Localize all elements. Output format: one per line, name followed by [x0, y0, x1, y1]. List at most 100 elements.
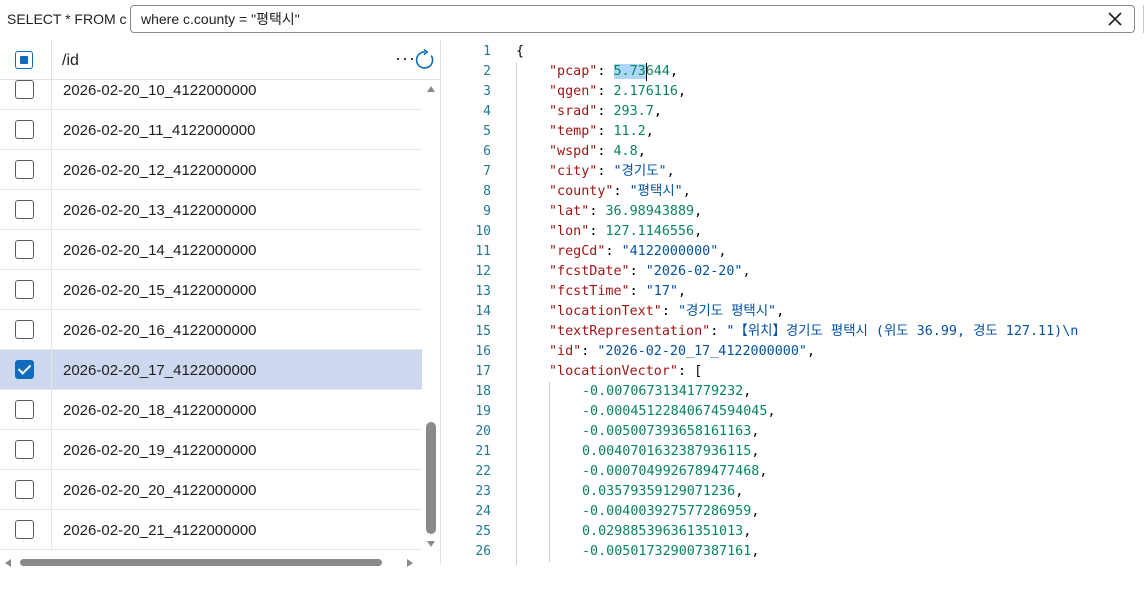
document-editor[interactable]: 1 2 3 4 5 6 7 8 9 10 11 12 13 14 15 16 17 18 19 20 21 22 23 24 2…: [441, 40, 1147, 565]
line-number: 19: [475, 404, 491, 419]
code-token: :: [629, 264, 646, 279]
row-checkbox-cell: [0, 510, 52, 549]
indent-guide: [516, 62, 517, 565]
code-line: "pcap": 5.73644,: [549, 62, 678, 82]
code-token: : [: [678, 364, 703, 379]
line-number: 8: [483, 184, 491, 199]
result-row[interactable]: 2026-02-20_18_4122000000: [0, 390, 422, 430]
refresh-icon[interactable]: [414, 49, 436, 71]
row-checkbox[interactable]: [15, 240, 34, 259]
result-row[interactable]: 2026-02-20_10_4122000000: [0, 80, 422, 110]
result-row[interactable]: 2026-02-20_14_4122000000: [0, 230, 422, 270]
row-checkbox-cell: [0, 470, 52, 509]
scroll-left-arrow-icon[interactable]: [5, 559, 11, 567]
result-row[interactable]: 2026-02-20_19_4122000000: [0, 430, 422, 470]
result-row[interactable]: 2026-02-20_15_4122000000: [0, 270, 422, 310]
row-id-label: 2026-02-20_10_4122000000: [63, 82, 257, 99]
code-token: :: [613, 184, 630, 199]
query-filter-input[interactable]: [141, 6, 1091, 32]
result-row[interactable]: 2026-02-20_12_4122000000: [0, 150, 422, 190]
row-checkbox[interactable]: [15, 520, 34, 539]
code-token: 0.03579359129071236: [582, 484, 736, 499]
row-checkbox[interactable]: [15, 360, 34, 379]
row-checkbox[interactable]: [15, 120, 34, 139]
code-token: "fcstTime": [549, 284, 630, 299]
code-token: ,: [751, 444, 760, 459]
row-checkbox[interactable]: [15, 200, 34, 219]
code-token: 127.1146556: [605, 224, 695, 239]
code-token: "temp": [549, 124, 598, 139]
row-checkbox[interactable]: [15, 400, 34, 419]
code-token: 644: [645, 64, 670, 79]
code-token: :: [589, 204, 606, 219]
line-number: 7: [483, 164, 491, 179]
code-token: -0.0007049926789477468: [582, 464, 760, 479]
selected-text: 5.73: [613, 64, 646, 79]
result-row[interactable]: 2026-02-20_11_4122000000: [0, 110, 422, 150]
code-token: {: [516, 44, 525, 59]
indent-guide: [549, 382, 550, 562]
result-row[interactable]: 2026-02-20_21_4122000000: [0, 510, 422, 550]
code-token: "lon": [549, 224, 590, 239]
scroll-right-arrow-icon[interactable]: [407, 559, 413, 567]
row-id-label: 2026-02-20_16_4122000000: [63, 322, 257, 339]
code-token: -0.005017329007387161: [582, 544, 752, 559]
row-checkbox[interactable]: [15, 280, 34, 299]
row-id-label: 2026-02-20_14_4122000000: [63, 242, 257, 259]
code-line: "lat": 36.98943889,: [549, 202, 702, 222]
code-token: :: [597, 144, 614, 159]
result-row[interactable]: 2026-02-20_13_4122000000: [0, 190, 422, 230]
code-line: 0.03579359129071236,: [582, 482, 743, 502]
query-prefix: SELECT * FROM c: [7, 11, 127, 27]
result-row[interactable]: 2026-02-20_17_4122000000: [0, 350, 422, 390]
line-number: 12: [475, 264, 491, 279]
row-id-label: 2026-02-20_21_4122000000: [63, 522, 257, 539]
select-all-cell: [0, 40, 52, 80]
horizontal-scrollbar[interactable]: [0, 556, 420, 567]
code-line: -0.0007049926789477468,: [582, 462, 767, 482]
line-number: 23: [475, 484, 491, 499]
row-checkbox[interactable]: [15, 160, 34, 179]
code-token: :: [629, 284, 646, 299]
code-token: "id": [549, 344, 582, 359]
code-token: "lat": [549, 204, 590, 219]
line-number: 13: [475, 284, 491, 299]
line-number: 2: [483, 64, 491, 79]
code-token: ,: [735, 484, 744, 499]
code-line: "wspd": 4.8,: [549, 142, 646, 162]
row-checkbox[interactable]: [15, 80, 34, 99]
result-row[interactable]: 2026-02-20_16_4122000000: [0, 310, 422, 350]
vertical-scrollbar[interactable]: [423, 82, 439, 552]
code-token: :: [605, 244, 622, 259]
more-options-icon[interactable]: ···: [395, 48, 416, 69]
code-line: "regCd": "4122000000",: [549, 242, 726, 262]
code-token: ,: [751, 424, 760, 439]
scroll-down-arrow-icon[interactable]: [427, 541, 435, 547]
scroll-up-arrow-icon[interactable]: [427, 86, 435, 92]
query-filter-box[interactable]: [130, 5, 1135, 33]
vertical-scroll-thumb[interactable]: [426, 422, 436, 534]
code-token: 0.0040701632387936115: [582, 444, 752, 459]
code-token: "county": [549, 184, 614, 199]
result-row[interactable]: 2026-02-20_20_4122000000: [0, 470, 422, 510]
code-token: ,: [637, 144, 646, 159]
code-token: "srad": [549, 104, 598, 119]
code-line: "textRepresentation": "【위치】경기도 평택시 (위도 3…: [549, 322, 1086, 342]
code-token: "regCd": [549, 244, 606, 259]
row-checkbox[interactable]: [15, 440, 34, 459]
row-id-label: 2026-02-20_12_4122000000: [63, 162, 257, 179]
code-token: "【위치】경기도 평택시 (위도 36.99, 경도 127.11)\n: [726, 324, 1087, 339]
row-checkbox-cell: [0, 270, 52, 309]
code-token: ,: [694, 224, 703, 239]
row-checkbox[interactable]: [15, 480, 34, 499]
code-token: ,: [743, 384, 752, 399]
row-checkbox[interactable]: [15, 320, 34, 339]
code-token: :: [597, 124, 614, 139]
line-number: 21: [475, 444, 491, 459]
code-line: -0.00045122840674594045,: [582, 402, 776, 422]
close-icon[interactable]: [1106, 10, 1124, 28]
code-token: ,: [767, 404, 776, 419]
select-all-checkbox[interactable]: [15, 51, 33, 69]
results-panel: /id ··· 2026-02-20_10_4122000000 2026-02-…: [0, 40, 440, 567]
json-code-area[interactable]: {"pcap": 5.73644, "qgen": 2.176116, "srad"…: [516, 40, 1147, 565]
